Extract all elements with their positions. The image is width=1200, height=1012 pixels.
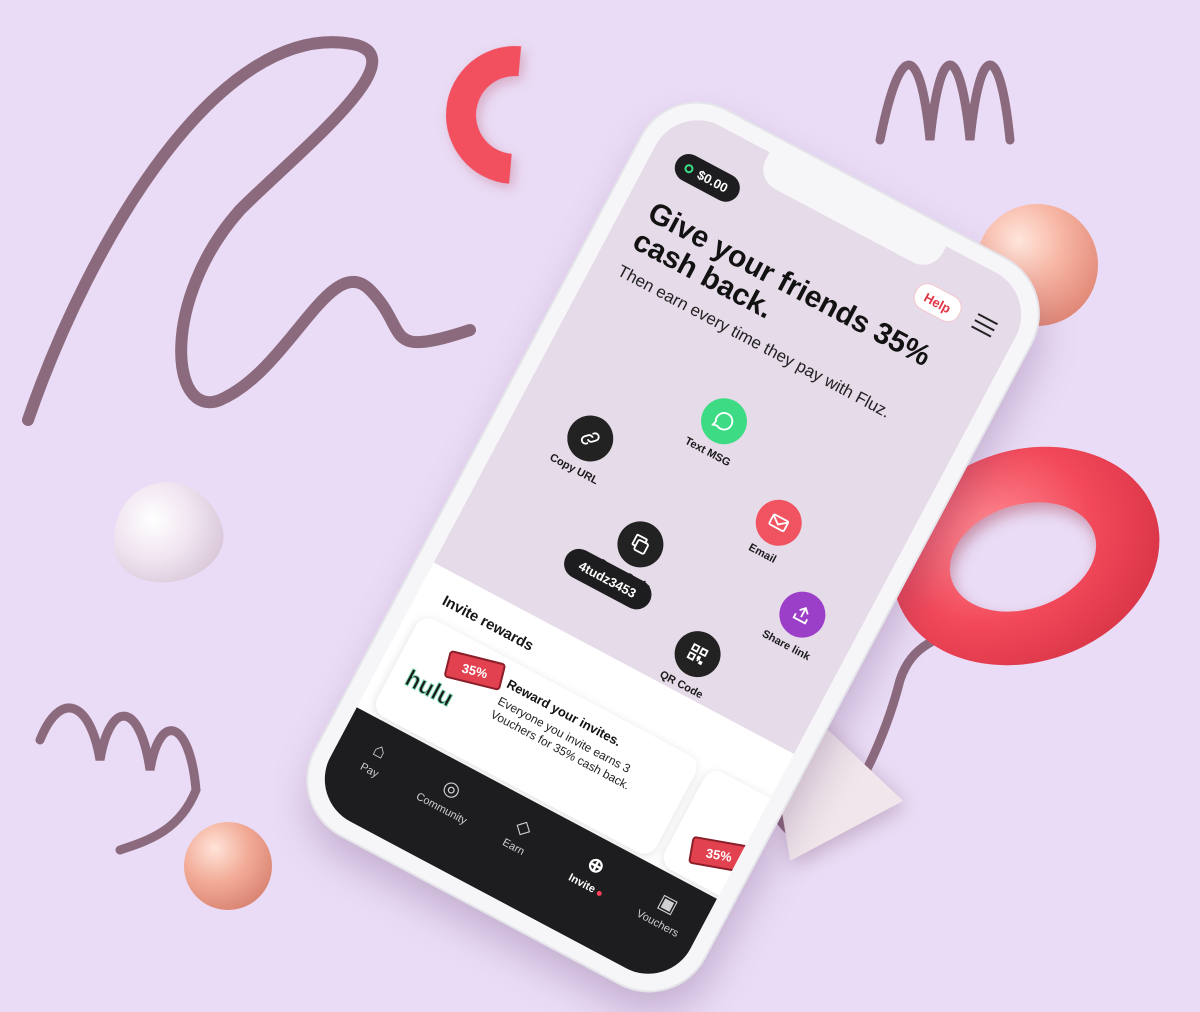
- phone-frame: $0.00 Help Give your friends 35% cash ba…: [286, 81, 1060, 1012]
- balance-chip[interactable]: $0.00: [669, 149, 745, 207]
- phone-mockup: $0.00 Help Give your friends 35% cash ba…: [238, 81, 1060, 1012]
- hamburger-icon[interactable]: [971, 313, 999, 338]
- tab-vouchers[interactable]: ▣ Vouchers: [626, 879, 701, 944]
- tab-community[interactable]: ◎ Community: [410, 764, 485, 829]
- notification-dot: [595, 889, 603, 897]
- discount-tag: 35%: [443, 649, 507, 692]
- tab-invite[interactable]: ⊕ Invite: [554, 840, 629, 905]
- qr-code-button[interactable]: QR Code: [643, 615, 744, 709]
- phone-screen: $0.00 Help Give your friends 35% cash ba…: [307, 103, 1039, 991]
- phone-notch: [755, 152, 947, 273]
- tab-earn[interactable]: ◇ Earn: [482, 802, 557, 867]
- share-link-button[interactable]: Share link: [748, 576, 849, 670]
- help-button[interactable]: Help: [908, 278, 967, 327]
- invite-hero: $0.00 Help Give your friends 35% cash ba…: [433, 103, 1039, 755]
- discount-tag-2: 35%: [687, 835, 750, 874]
- text-msg-button[interactable]: Text MSG: [669, 382, 770, 476]
- balance-amount: $0.00: [694, 166, 731, 196]
- email-button[interactable]: Email: [724, 484, 825, 578]
- status-dot-icon: [683, 162, 696, 175]
- copy-url-button[interactable]: Copy URL: [536, 399, 637, 493]
- tab-pay[interactable]: ⌂ Pay: [338, 726, 413, 791]
